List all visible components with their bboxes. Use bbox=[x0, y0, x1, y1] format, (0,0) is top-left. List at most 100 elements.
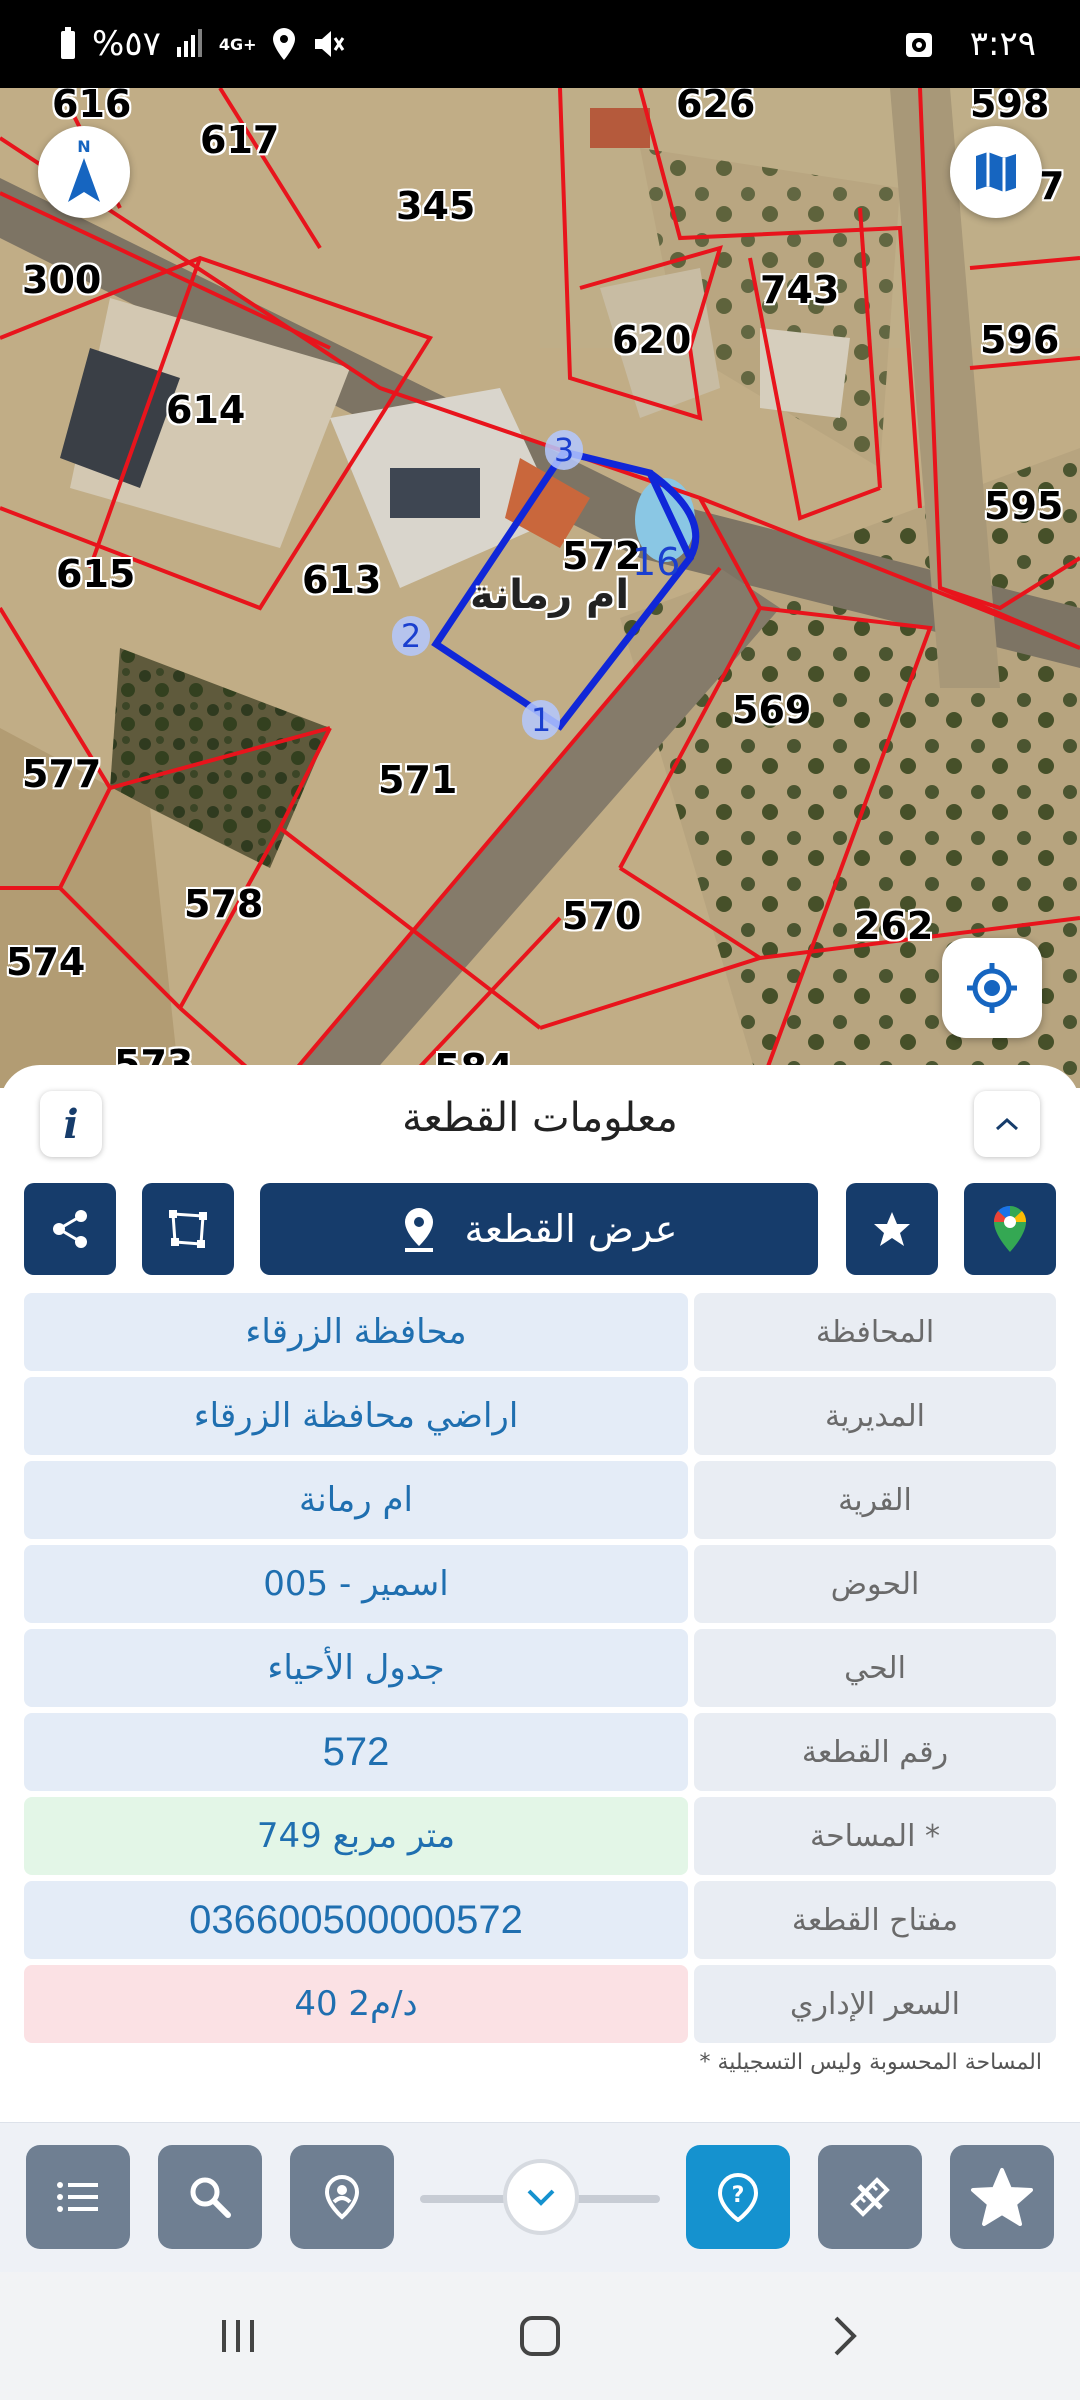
parcel-label[interactable]: 743 bbox=[760, 268, 839, 312]
list-button[interactable] bbox=[26, 2145, 130, 2249]
collapse-button[interactable] bbox=[974, 1091, 1040, 1157]
parcel-label[interactable]: 598 bbox=[970, 88, 1049, 126]
parcel-label[interactable]: 571 bbox=[378, 758, 457, 802]
alarm-icon bbox=[905, 33, 932, 57]
system-nav-bar bbox=[0, 2272, 1080, 2400]
recent-apps-button[interactable] bbox=[208, 2306, 268, 2366]
action-bar: عرض القطعة bbox=[0, 1183, 1080, 1275]
parcel-label[interactable]: 616 bbox=[52, 88, 131, 126]
my-location-icon bbox=[967, 963, 1017, 1013]
parcel-label[interactable]: 300 bbox=[22, 258, 101, 302]
search-button[interactable] bbox=[158, 2145, 262, 2249]
chevron-down-icon bbox=[527, 2189, 555, 2206]
info-value: 749 متر مربع bbox=[24, 1797, 688, 1875]
bottom-toolbar: ? bbox=[0, 2122, 1080, 2272]
map-layers-icon bbox=[976, 152, 1016, 192]
info-label: القرية bbox=[694, 1461, 1056, 1539]
info-value: 40 د/م2 bbox=[24, 1965, 688, 2043]
view-parcel-button[interactable]: عرض القطعة bbox=[260, 1183, 818, 1275]
info-value: 572 bbox=[24, 1713, 688, 1791]
parcel-info-panel: i معلومات القطعة عرض القطعة محافظة الزرق… bbox=[0, 1065, 1080, 2120]
help-location-button[interactable]: ? bbox=[686, 2145, 790, 2249]
info-value: جدول الأحياء bbox=[24, 1629, 688, 1707]
info-row-admin-price: 40 د/م2 السعر الإداري bbox=[24, 1965, 1056, 2043]
parcel-label[interactable]: 613 bbox=[302, 558, 381, 602]
north-arrow-icon: N bbox=[68, 137, 100, 202]
parcel-vertex[interactable]: 16 bbox=[632, 540, 680, 584]
parcel-label[interactable]: 578 bbox=[184, 882, 263, 926]
parcel-label[interactable]: 615 bbox=[56, 552, 135, 596]
signal-icon bbox=[176, 29, 202, 57]
clock: ٣:٢٩ bbox=[969, 24, 1036, 64]
parcel-label[interactable]: 614 bbox=[166, 388, 245, 432]
panel-header: i معلومات القطعة bbox=[0, 1083, 1080, 1163]
info-label: الحوض bbox=[694, 1545, 1056, 1623]
help-location-icon: ? bbox=[717, 2172, 759, 2222]
map-layers-button[interactable] bbox=[950, 126, 1042, 218]
star-icon bbox=[874, 1212, 910, 1246]
info-label: المديرية bbox=[694, 1377, 1056, 1455]
info-label: مفتاح القطعة bbox=[694, 1881, 1056, 1959]
share-button[interactable] bbox=[24, 1183, 116, 1275]
parcel-label[interactable]: 577 bbox=[22, 752, 101, 796]
star-icon bbox=[971, 2168, 1033, 2226]
parcel-label[interactable]: 574 bbox=[6, 940, 85, 984]
info-label: السعر الإداري bbox=[694, 1965, 1056, 2043]
list-icon bbox=[57, 2182, 98, 2212]
info-row-area: 749 متر مربع المساحة * bbox=[24, 1797, 1056, 1875]
parcel-label[interactable]: 345 bbox=[396, 184, 475, 228]
home-button[interactable] bbox=[510, 2306, 570, 2366]
back-button[interactable] bbox=[814, 2306, 874, 2366]
parcel-vertex[interactable]: 1 bbox=[522, 700, 560, 740]
info-row-directorate: اراضي محافظة الزرقاء المديرية bbox=[24, 1377, 1056, 1455]
info-label: المساحة * bbox=[694, 1797, 1056, 1875]
parcel-label[interactable]: 626 bbox=[676, 88, 755, 126]
parcel-label[interactable]: 596 bbox=[980, 318, 1059, 362]
share-icon bbox=[53, 1210, 87, 1248]
parcel-vertex[interactable]: 3 bbox=[545, 430, 583, 470]
parcel-label[interactable]: 569 bbox=[732, 688, 811, 732]
info-value: محافظة الزرقاء bbox=[24, 1293, 688, 1371]
status-icons-right: ٣:٢٩ bbox=[904, 24, 1036, 64]
chevron-up-icon bbox=[995, 1117, 1019, 1131]
info-row-parcel-key: 036600500000572 مفتاح القطعة bbox=[24, 1881, 1056, 1959]
village-label: ام رمانة bbox=[470, 572, 630, 618]
draw-polygon-button[interactable] bbox=[142, 1183, 234, 1275]
panel-title: معلومات القطعة bbox=[402, 1095, 678, 1141]
parcel-info-table: محافظة الزرقاء المحافظة اراضي محافظة الز… bbox=[24, 1293, 1056, 2049]
status-bar: %٥٧ 4G+ ٣:٢٩ bbox=[0, 0, 1080, 88]
parcel-label[interactable]: 570 bbox=[562, 894, 641, 938]
my-location-button[interactable] bbox=[942, 938, 1042, 1038]
info-value: اراضي محافظة الزرقاء bbox=[24, 1377, 688, 1455]
battery-icon bbox=[61, 27, 75, 59]
google-maps-icon bbox=[993, 1205, 1027, 1252]
location-pin-icon bbox=[324, 2174, 360, 2220]
network-type: 4G+ bbox=[218, 34, 257, 54]
zoom-slider-knob[interactable] bbox=[503, 2159, 579, 2235]
location-pin-icon bbox=[404, 1208, 433, 1252]
measure-tools-icon bbox=[850, 2177, 890, 2217]
favorites-button[interactable] bbox=[950, 2145, 1054, 2249]
location-pin-button[interactable] bbox=[290, 2145, 394, 2249]
parcel-label[interactable]: 617 bbox=[200, 118, 279, 162]
measure-tools-button[interactable] bbox=[818, 2145, 922, 2249]
north-arrow-button[interactable]: N bbox=[38, 126, 130, 218]
info-value: ام رمانة bbox=[24, 1461, 688, 1539]
info-row-governorate: محافظة الزرقاء المحافظة bbox=[24, 1293, 1056, 1371]
map-view[interactable]: 616 617 626 598 345 7 300 743 620 596 61… bbox=[0, 88, 1080, 1088]
info-label: رقم القطعة bbox=[694, 1713, 1056, 1791]
info-row-basin: اسمير - 005 الحوض bbox=[24, 1545, 1056, 1623]
recent-apps-icon bbox=[222, 2320, 254, 2352]
info-row-neighborhood: جدول الأحياء الحي bbox=[24, 1629, 1056, 1707]
favorite-button[interactable] bbox=[846, 1183, 938, 1275]
area-footnote: * المساحة المحسوبة وليس التسجيلية bbox=[699, 2050, 1042, 2075]
parcel-label[interactable]: 595 bbox=[984, 484, 1063, 528]
search-icon bbox=[190, 2177, 231, 2218]
parcel-label[interactable]: 620 bbox=[612, 318, 691, 362]
info-label: المحافظة bbox=[694, 1293, 1056, 1371]
info-value: اسمير - 005 bbox=[24, 1545, 688, 1623]
parcel-vertex[interactable]: 2 bbox=[392, 616, 430, 656]
parcel-label[interactable]: 262 bbox=[854, 904, 933, 948]
info-row-parcel-number: 572 رقم القطعة bbox=[24, 1713, 1056, 1791]
google-maps-button[interactable] bbox=[964, 1183, 1056, 1275]
